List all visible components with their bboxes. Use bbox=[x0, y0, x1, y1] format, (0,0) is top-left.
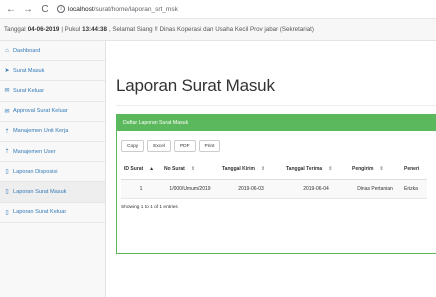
divider bbox=[116, 105, 436, 106]
column-header-tanggal-terima[interactable]: Tanggal Terima ⇕ bbox=[283, 160, 349, 180]
sidebar-item-laporan-surat-masuk[interactable]: ▯ Laporan Surat Masuk bbox=[0, 182, 105, 203]
cell-no-surat: 1/000/Umum/2019 bbox=[161, 179, 219, 199]
envelope-icon: ✉ bbox=[4, 108, 10, 115]
back-icon[interactable]: ← bbox=[5, 3, 17, 15]
copy-button[interactable]: Copy bbox=[121, 140, 145, 152]
table-info: Showing 1 to 1 of 1 entries bbox=[121, 205, 178, 210]
cell-pengirim: Dinas Pertanian bbox=[349, 179, 401, 199]
cell-id: 1 bbox=[121, 179, 161, 199]
panel-heading: Daftar Laporan Surat Masuk bbox=[117, 115, 436, 131]
pdf-button[interactable]: PDF bbox=[173, 140, 196, 152]
export-buttons: Copy Excel PDF Print bbox=[121, 140, 223, 152]
file-icon: ▯ bbox=[5, 169, 9, 176]
address-bar[interactable]: i localhost /surat/home/laporan_srt_msk bbox=[57, 5, 178, 13]
address-path: /surat/home/laporan_srt_msk bbox=[93, 5, 178, 13]
column-header-penerima[interactable]: Peneri bbox=[401, 160, 427, 180]
excel-button[interactable]: Excel bbox=[147, 140, 171, 152]
address-host: localhost bbox=[68, 5, 94, 13]
sidebar-item-surat-masuk[interactable]: ➤ Surat Masuk bbox=[0, 61, 105, 82]
page-title: Laporan Surat Masuk bbox=[116, 76, 275, 95]
sidebar-item-label: Laporan Disposisi bbox=[13, 168, 58, 175]
time-label: | Pukul bbox=[61, 26, 81, 33]
sidebar-item-label: Surat Masuk bbox=[13, 67, 45, 74]
report-panel: Daftar Laporan Surat Masuk Copy Excel PD… bbox=[116, 114, 436, 254]
sidebar-item-label: Laporan Surat Masuk bbox=[13, 188, 67, 195]
sidebar-item-user[interactable]: ⇡ Manajemen User bbox=[0, 142, 105, 163]
sidebar: ⌂ Dashboard ➤ Surat Masuk ✉ Surat Keluar… bbox=[0, 41, 106, 297]
file-icon: ▯ bbox=[5, 209, 9, 216]
sidebar-item-unit-kerja[interactable]: ⇡ Manajemen Unit Kerja bbox=[0, 122, 105, 142]
greeting-text: , Selamat Siang !! Dinas Koperasi dan Us… bbox=[108, 26, 314, 33]
table-row: 1 1/000/Umum/2019 2019-06-03 2019-06-04 … bbox=[121, 179, 427, 199]
cell-penerima: Erizka bbox=[401, 179, 427, 199]
pin-icon: ⇡ bbox=[4, 149, 10, 156]
report-table: ID Surat ▲ No Surat ⇕ Tanggal Kirim ⇕ Tangg… bbox=[121, 160, 427, 199]
sort-icon: ⇕ bbox=[379, 166, 384, 173]
sidebar-item-laporan-disposisi[interactable]: ▯ Laporan Disposisi bbox=[0, 162, 105, 183]
sidebar-item-label: Surat Keluar bbox=[13, 87, 45, 94]
sort-icon: ⇕ bbox=[190, 166, 196, 173]
sidebar-item-label: Manajemen User bbox=[13, 148, 56, 155]
file-icon: ▯ bbox=[5, 189, 9, 196]
date-value: 04-06-2019 bbox=[27, 26, 60, 33]
time-value: 13:44:38 bbox=[82, 26, 107, 33]
table-header-row: ID Surat ▲ No Surat ⇕ Tanggal Kirim ⇕ Tangg… bbox=[121, 160, 427, 180]
cell-tanggal-kirim: 2019-06-03 bbox=[219, 179, 283, 199]
sidebar-item-approval[interactable]: ✉ Approval Surat Keluar bbox=[0, 102, 105, 122]
sidebar-item-label: Dashboard bbox=[13, 47, 41, 54]
reload-icon[interactable]: C bbox=[39, 3, 51, 15]
browser-toolbar: ← → C i localhost /surat/home/laporan_sr… bbox=[0, 0, 436, 19]
dashboard-icon: ⌂ bbox=[5, 47, 9, 54]
main-content: Laporan Surat Masuk Daftar Laporan Surat… bbox=[106, 41, 436, 297]
envelope-icon: ✉ bbox=[4, 88, 10, 95]
cell-tanggal-terima: 2019-06-04 bbox=[283, 179, 349, 199]
sidebar-item-label: Laporan Surat Keluar bbox=[13, 209, 67, 216]
forward-icon[interactable]: → bbox=[22, 3, 34, 15]
sort-icon: ⇕ bbox=[260, 166, 266, 173]
sidebar-item-dashboard[interactable]: ⌂ Dashboard bbox=[0, 41, 105, 62]
sort-icon: ⇕ bbox=[328, 166, 333, 173]
sort-asc-icon: ▲ bbox=[149, 166, 155, 173]
column-header-no-surat[interactable]: No Surat ⇕ bbox=[161, 160, 219, 180]
greeting-bar: Tanggal 04-06-2019 | Pukul 13:44:38 , Se… bbox=[0, 19, 436, 41]
column-header-id[interactable]: ID Surat ▲ bbox=[121, 160, 161, 180]
sidebar-item-label: Approval Surat Keluar bbox=[13, 108, 68, 115]
pin-icon: ⇡ bbox=[4, 128, 10, 135]
info-icon[interactable]: i bbox=[57, 5, 65, 13]
column-header-pengirim[interactable]: Pengirim ⇕ bbox=[349, 160, 401, 180]
send-icon: ➤ bbox=[4, 68, 10, 75]
sidebar-item-label: Manajemen Unit Kerja bbox=[13, 128, 69, 135]
sidebar-item-surat-keluar[interactable]: ✉ Surat Keluar bbox=[0, 81, 105, 102]
sidebar-item-laporan-surat-keluar[interactable]: ▯ Laporan Surat Keluar bbox=[0, 203, 105, 223]
print-button[interactable]: Print bbox=[198, 140, 221, 152]
date-label: Tanggal bbox=[4, 26, 26, 33]
column-header-tanggal-kirim[interactable]: Tanggal Kirim ⇕ bbox=[219, 160, 283, 180]
